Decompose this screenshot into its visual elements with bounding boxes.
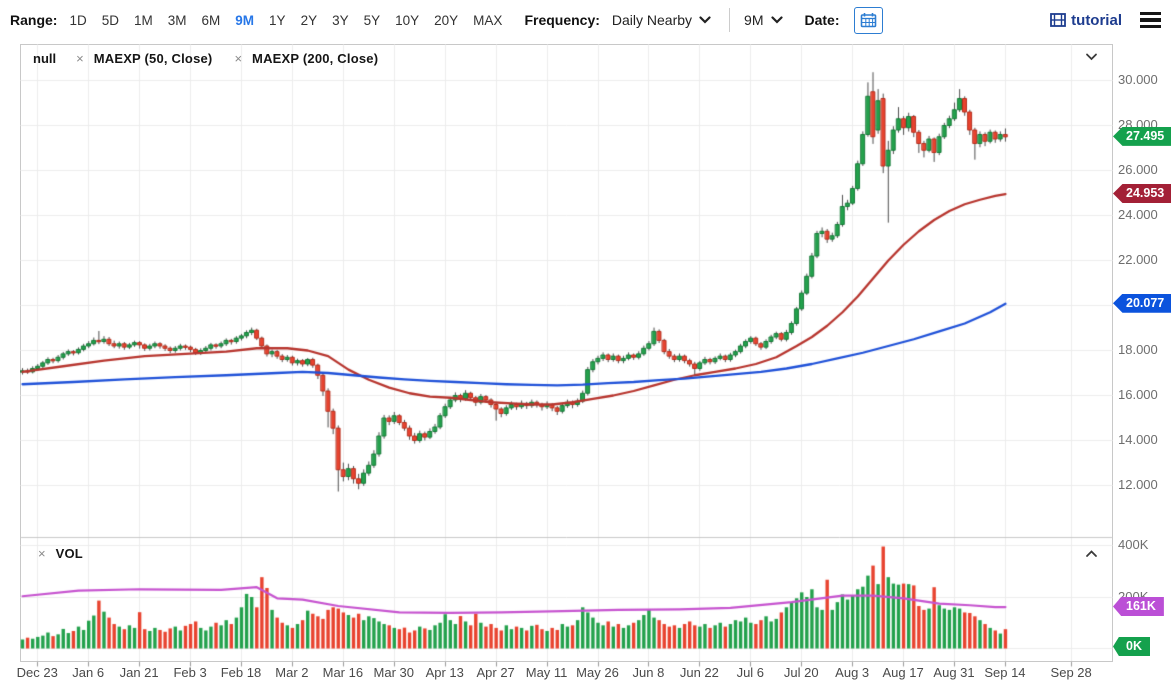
price-axis-label: 26.000: [1118, 162, 1158, 177]
date-picker-button[interactable]: [853, 6, 883, 34]
x-axis-label: May 11: [525, 665, 568, 680]
calendar-icon: [860, 13, 876, 28]
range-button-5d[interactable]: 5D: [102, 13, 119, 28]
price-axis-label: 22.000: [1118, 252, 1158, 267]
range-button-3m[interactable]: 3M: [168, 13, 187, 28]
price-axis-label: 18.000: [1118, 342, 1158, 357]
close-icon[interactable]: ×: [74, 51, 86, 66]
range-button-9m[interactable]: 9M: [235, 13, 254, 28]
range-button-3y[interactable]: 3Y: [332, 13, 349, 28]
volume-badge: 0K: [1113, 636, 1150, 656]
x-axis-label: Mar 16: [322, 665, 364, 680]
range-button-1m[interactable]: 1M: [134, 13, 153, 28]
x-axis-label: Jul 20: [783, 665, 819, 680]
x-axis-label: Aug 17: [882, 665, 924, 680]
range-button-2y[interactable]: 2Y: [301, 13, 318, 28]
period-value: 9M: [744, 12, 764, 28]
price-axis-label: 24.000: [1118, 207, 1158, 222]
x-axis-label: Jan 6: [72, 665, 105, 680]
period-dropdown[interactable]: 9M: [744, 12, 783, 28]
x-axis-label: Jun 8: [632, 665, 665, 680]
toolbar-divider: [729, 8, 731, 32]
x-axis-label: Aug 31: [933, 665, 975, 680]
close-icon[interactable]: ×: [232, 51, 244, 66]
tutorial-link[interactable]: tutorial: [1050, 12, 1122, 29]
date-label: Date:: [804, 12, 840, 28]
range-button-20y[interactable]: 20Y: [434, 13, 458, 28]
frequency-value: Daily Nearby: [611, 12, 693, 28]
chevron-down-icon: [699, 16, 711, 24]
price-axis-label: 14.000: [1118, 432, 1158, 447]
x-axis-label: Mar 30: [373, 665, 415, 680]
volume-axis-label: 400K: [1118, 537, 1149, 552]
chart-app: { "toolbar": { "range_label": "Range:", …: [0, 0, 1171, 692]
main-chart-legend: null × MAEXP (50, Close) × MAEXP (200, C…: [33, 51, 378, 66]
price-volume-chart[interactable]: [20, 44, 1113, 668]
close-icon[interactable]: ×: [36, 546, 48, 561]
volume-legend: × VOL: [36, 546, 83, 561]
price-axis-label: 12.000: [1118, 477, 1158, 492]
range-button-10y[interactable]: 10Y: [395, 13, 419, 28]
x-axis-label: May 26: [576, 665, 619, 680]
study-label-maexp50: MAEXP (50, Close): [93, 51, 213, 66]
x-axis-label: Feb 3: [173, 665, 207, 680]
price-axis-label: 16.000: [1118, 387, 1158, 402]
x-axis-label: Jun 22: [679, 665, 719, 680]
frequency-label: Frequency:: [524, 12, 600, 28]
range-button-6m[interactable]: 6M: [202, 13, 221, 28]
range-label: Range:: [10, 12, 58, 28]
x-axis-label: Sep 14: [984, 665, 1026, 680]
price-badge: 27.495: [1113, 126, 1171, 146]
price-badge: 24.953: [1113, 184, 1171, 204]
tutorial-label: tutorial: [1071, 11, 1122, 29]
range-button-group: 1D 5D 1M 3M 6M 9M 1Y 2Y 3Y 5Y 10Y 20Y MAX: [69, 13, 502, 28]
x-axis-label: Apr 27: [476, 665, 515, 680]
collapse-main-panel-chevron[interactable]: [1084, 52, 1099, 62]
volume-badge: 161K: [1113, 597, 1164, 617]
study-label-vol: VOL: [55, 546, 83, 561]
x-axis-label: Aug 3: [835, 665, 870, 680]
range-button-max[interactable]: MAX: [473, 13, 502, 28]
collapse-volume-panel-chevron[interactable]: [1084, 549, 1099, 559]
x-axis-label: Apr 13: [425, 665, 464, 680]
toolbar: Range: 1D 5D 1M 3M 6M 9M 1Y 2Y 3Y 5Y 10Y 20Y MAX Fre…: [0, 0, 1171, 40]
symbol-label: null: [33, 51, 57, 66]
price-axis-label: 30.000: [1118, 72, 1158, 87]
chevron-down-icon: [770, 16, 783, 24]
x-axis-label: Jan 21: [119, 665, 159, 680]
range-button-1y[interactable]: 1Y: [269, 13, 286, 28]
x-axis-label: Mar 2: [275, 665, 309, 680]
range-button-5y[interactable]: 5Y: [364, 13, 381, 28]
x-axis-label: Sep 28: [1050, 665, 1092, 680]
x-axis-label: Jul 6: [736, 665, 765, 680]
study-label-maexp200: MAEXP (200, Close): [252, 51, 379, 66]
menu-icon[interactable]: [1138, 10, 1163, 31]
x-axis-label: Feb 18: [220, 665, 262, 680]
x-axis-label: Dec 23: [16, 665, 58, 680]
frequency-dropdown[interactable]: Daily Nearby: [612, 12, 711, 28]
price-badge: 20.077: [1113, 293, 1171, 313]
range-button-1d[interactable]: 1D: [69, 13, 86, 28]
film-icon: [1050, 13, 1067, 27]
